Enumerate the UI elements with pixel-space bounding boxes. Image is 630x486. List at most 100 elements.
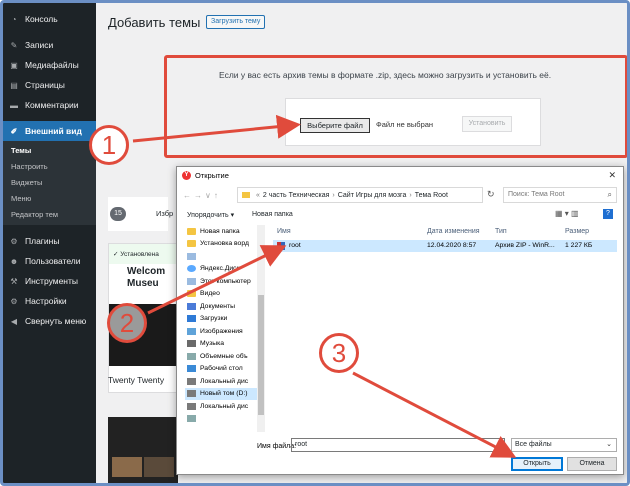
nav-item[interactable]: Музыка xyxy=(185,338,263,351)
organize-button[interactable]: Упорядочить ▾ xyxy=(187,211,234,219)
breadcrumb-segment[interactable]: 2 часть Техническая xyxy=(263,192,330,199)
sidebar-item-pages[interactable]: ▤ Страницы xyxy=(3,75,96,95)
nav-item[interactable]: Объемные объ xyxy=(185,350,263,363)
nav-item[interactable]: Локальный дис xyxy=(185,400,263,413)
dashboard-icon: ◔ xyxy=(11,14,17,24)
nav-item[interactable] xyxy=(185,413,263,426)
comment-icon: ▬ xyxy=(10,100,18,110)
file-list-header: Имя Дата изменения Тип Размер xyxy=(273,225,617,239)
sidebar-item-tools[interactable]: ⚒ Инструменты xyxy=(3,271,96,291)
file-type: Архив ZIP - WinR... xyxy=(495,242,555,249)
nav-item[interactable]: Установка ворд xyxy=(185,238,263,251)
nav-scrollbar[interactable] xyxy=(257,225,265,432)
tab-featured[interactable]: Избр xyxy=(156,209,173,218)
nav-item-label: Объемные объ xyxy=(200,352,248,360)
nav-item[interactable]: Рабочий стол xyxy=(185,363,263,376)
nav-item-label: Изображения xyxy=(200,327,243,335)
refresh-icon[interactable]: ↻ xyxy=(487,189,495,200)
submenu-item-themes[interactable]: Темы xyxy=(3,143,96,159)
search-icon: ⌕ xyxy=(607,190,612,199)
installed-banner: ✓ Установлена xyxy=(109,244,177,264)
nav-item-label: Новая папка xyxy=(200,227,240,235)
nav-item-label: Музыка xyxy=(200,340,225,348)
media-icon: ▣ xyxy=(10,60,18,70)
nav-item[interactable]: Новый том (D:) xyxy=(185,387,263,400)
file-type-select[interactable]: Все файлы ⌄ xyxy=(511,438,617,452)
upload-theme-button[interactable]: Загрузить тему xyxy=(206,15,266,29)
pin-icon: ✎ xyxy=(10,40,18,50)
sidebar-item-console[interactable]: ◔ Консоль xyxy=(3,9,96,29)
breadcrumb-segment[interactable]: Тема Root xyxy=(415,192,448,199)
theme-preview-heading: Welcom Museu xyxy=(127,266,166,289)
tools-icon: ⚒ xyxy=(10,276,18,286)
sidebar-item-plugins[interactable]: ⚙ Плагины xyxy=(3,231,96,251)
settings-icon: ⚙ xyxy=(10,296,18,306)
folder-icon xyxy=(187,227,196,235)
nav-item[interactable]: Новая папка xyxy=(185,225,263,238)
column-header-size[interactable]: Размер xyxy=(565,228,589,235)
help-icon[interactable]: ? xyxy=(603,209,613,219)
sidebar-item-label: Страницы xyxy=(25,80,65,90)
address-bar[interactable]: « 2 часть Техническая › Сайт Игры для мо… xyxy=(237,187,483,203)
obj-icon xyxy=(187,352,196,360)
submenu-item-menus[interactable]: Меню xyxy=(3,191,96,207)
view-options-icon[interactable]: ▦ ▾ ▥ xyxy=(555,209,579,218)
collapse-icon: ◀ xyxy=(10,316,18,326)
nav-item-label: Новый том (D:) xyxy=(200,390,248,398)
img-icon xyxy=(187,327,196,335)
filename-input[interactable]: root xyxy=(291,438,505,452)
sidebar-item-label: Комментарии xyxy=(25,100,79,110)
sidebar-item-posts[interactable]: ✎ Записи xyxy=(3,35,96,55)
new-folder-button[interactable]: Новая папка xyxy=(252,211,293,218)
nav-item[interactable]: Яндекс.Диск xyxy=(185,263,263,276)
sidebar-item-settings[interactable]: ⚙ Настройки xyxy=(3,291,96,311)
file-row[interactable]: root 12.04.2020 8:57 Архив ZIP - WinR...… xyxy=(273,240,617,252)
nav-item[interactable]: Загрузки xyxy=(185,313,263,326)
close-icon[interactable]: ✕ xyxy=(608,170,616,181)
sidebar-item-label: Внешний вид xyxy=(25,126,82,136)
open-button[interactable]: Открыть xyxy=(511,457,563,471)
nav-item-label: Яндекс.Диск xyxy=(200,265,240,273)
submenu-item-customize[interactable]: Настроить xyxy=(3,159,96,175)
nav-item[interactable]: Видео xyxy=(185,288,263,301)
dialog-title: Открытие xyxy=(195,171,229,180)
nav-item[interactable]: Документы xyxy=(185,300,263,313)
sidebar-item-comments[interactable]: ▬ Комментарии xyxy=(3,95,96,115)
disk-icon xyxy=(187,252,196,260)
plugin-icon: ⚙ xyxy=(10,236,18,246)
theme-name: Twenty Twenty xyxy=(108,375,165,385)
no-file-label: Файл не выбран xyxy=(376,120,434,129)
nav-arrows[interactable]: ←→∨↑ xyxy=(183,191,221,200)
hdd-icon xyxy=(187,377,196,385)
nav-item[interactable]: Локальный дис xyxy=(185,375,263,388)
column-header-name[interactable]: Имя xyxy=(277,228,291,235)
nav-item[interactable] xyxy=(185,250,263,263)
nav-item-label: Этот компьютер xyxy=(200,277,251,285)
hdd-icon xyxy=(187,402,196,410)
nav-item[interactable]: Изображения xyxy=(185,325,263,338)
upload-theme-panel: Если у вас есть архив темы в формате .zi… xyxy=(164,55,627,158)
sidebar-item-users[interactable]: ☻ Пользователи xyxy=(3,251,96,271)
nav-item-label: Локальный дис xyxy=(200,402,249,410)
column-header-date[interactable]: Дата изменения xyxy=(427,228,480,235)
desk-icon xyxy=(187,365,196,373)
column-header-type[interactable]: Тип xyxy=(495,228,507,235)
sidebar-item-media[interactable]: ▣ Медиафайлы xyxy=(3,55,96,75)
obj-icon xyxy=(187,415,196,423)
sidebar-item-collapse[interactable]: ◀ Свернуть меню xyxy=(3,311,96,331)
theme-thumbnail[interactable] xyxy=(108,417,178,483)
sidebar-item-appearance[interactable]: ✐ Внешний вид xyxy=(3,121,96,141)
nav-item-label: Рабочий стол xyxy=(200,365,243,373)
nav-item-label: Установка ворд xyxy=(200,240,249,248)
search-input[interactable]: Поиск: Тема Root ⌕ xyxy=(503,187,617,203)
submenu-item-theme-editor[interactable]: Редактор тем xyxy=(3,207,96,223)
choose-file-button[interactable]: Выберите файл xyxy=(300,118,370,133)
nav-item[interactable]: Этот компьютер xyxy=(185,275,263,288)
folder-icon xyxy=(242,192,250,198)
hdd-icon xyxy=(187,390,196,398)
submenu-item-widgets[interactable]: Виджеты xyxy=(3,175,96,191)
theme-count-badge: 15 xyxy=(110,207,126,221)
install-button[interactable]: Установить xyxy=(462,116,512,132)
cancel-button[interactable]: Отмена xyxy=(567,457,617,471)
breadcrumb-segment[interactable]: Сайт Игры для мозга xyxy=(338,192,407,199)
